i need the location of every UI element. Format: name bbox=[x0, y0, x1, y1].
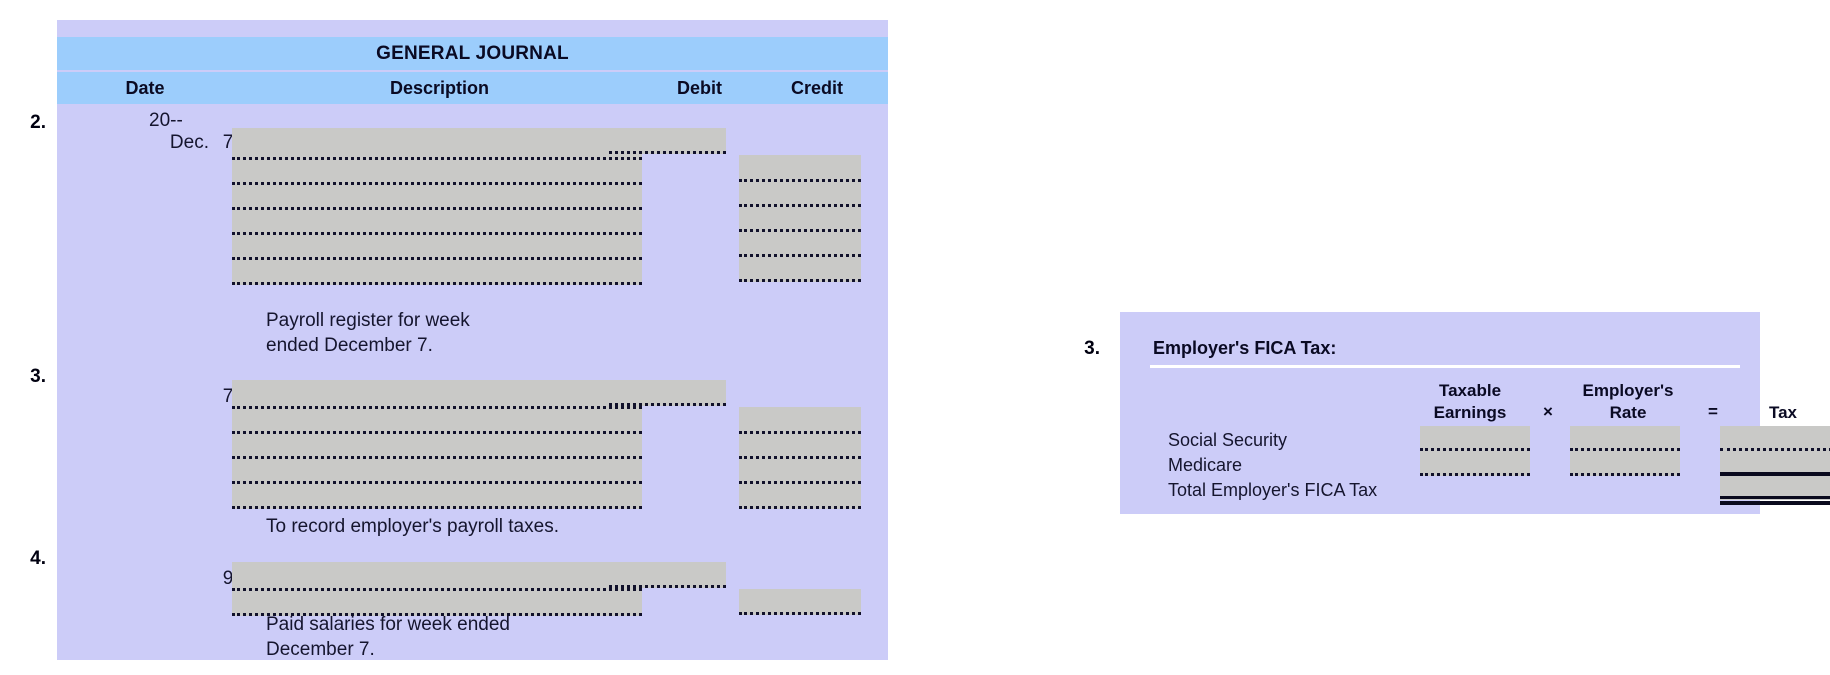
entry-3-memo: To record employer's payroll taxes. bbox=[266, 516, 559, 537]
description-input[interactable] bbox=[232, 434, 642, 459]
employers-fica-tax-panel: Employer's FICA Tax: Taxable Earnings × … bbox=[1120, 312, 1830, 514]
credit-input[interactable] bbox=[739, 207, 861, 232]
fica-title-rule bbox=[1150, 365, 1740, 368]
debit-input[interactable] bbox=[609, 128, 726, 154]
credit-input[interactable] bbox=[739, 232, 861, 257]
entry-2-debit-fields bbox=[609, 128, 726, 154]
entry-3-debit-fields bbox=[609, 380, 726, 406]
description-input[interactable] bbox=[232, 459, 642, 484]
journal-title: GENERAL JOURNAL bbox=[376, 42, 569, 64]
credit-input[interactable] bbox=[739, 182, 861, 207]
entry-number-3: 3. bbox=[30, 366, 46, 387]
description-input[interactable] bbox=[232, 484, 642, 509]
tax-total-double-rule bbox=[1720, 496, 1830, 505]
entry-2-description-fields bbox=[232, 128, 642, 285]
debit-input[interactable] bbox=[609, 380, 726, 406]
general-journal-panel: GENERAL JOURNAL Date Description Debit C… bbox=[57, 20, 888, 660]
credit-input[interactable] bbox=[739, 459, 861, 484]
credit-input[interactable] bbox=[739, 434, 861, 459]
credit-input[interactable] bbox=[739, 484, 861, 509]
entry-3-credit-fields bbox=[739, 407, 861, 509]
description-input[interactable] bbox=[232, 409, 642, 434]
description-input[interactable] bbox=[232, 128, 642, 160]
fica-multiply-symbol: × bbox=[1543, 402, 1553, 421]
tax-input-social-security[interactable] bbox=[1720, 426, 1830, 451]
description-input[interactable] bbox=[232, 235, 642, 260]
entry-number-4: 4. bbox=[30, 548, 46, 569]
fica-row-label-social-security: Social Security bbox=[1168, 430, 1288, 450]
column-header-credit: Credit bbox=[790, 78, 843, 98]
journal-year-label: 20-- bbox=[149, 110, 183, 131]
description-input[interactable] bbox=[232, 210, 642, 235]
journal-column-header-row: Date Description Debit Credit bbox=[57, 72, 888, 104]
fica-row-label-total: Total Employer's FICA Tax bbox=[1168, 480, 1378, 500]
credit-input[interactable] bbox=[739, 155, 861, 182]
description-input[interactable] bbox=[232, 562, 642, 591]
journal-title-band: GENERAL JOURNAL bbox=[57, 37, 888, 70]
fica-section-number: 3. bbox=[1084, 338, 1100, 359]
column-header-date: Date bbox=[125, 78, 165, 98]
entry-4-memo: Paid salaries for week ended December 7. bbox=[266, 614, 510, 660]
entry-4-credit-fields bbox=[739, 589, 861, 615]
entry-3-description-fields bbox=[232, 380, 642, 509]
fica-header-tax: Tax bbox=[1768, 403, 1798, 422]
debit-input[interactable] bbox=[609, 562, 726, 588]
description-input[interactable] bbox=[232, 185, 642, 210]
credit-input[interactable] bbox=[739, 589, 861, 615]
description-input[interactable] bbox=[232, 260, 642, 285]
entry-4-description-fields bbox=[232, 562, 642, 616]
description-input[interactable] bbox=[232, 380, 642, 409]
fica-row-label-medicare: Medicare bbox=[1168, 455, 1243, 475]
employers-rate-input-social-security[interactable] bbox=[1570, 426, 1680, 451]
entry-number-2: 2. bbox=[30, 112, 46, 133]
credit-input[interactable] bbox=[739, 257, 861, 282]
taxable-earnings-input-social-security[interactable] bbox=[1420, 426, 1530, 451]
tax-input-medicare[interactable] bbox=[1720, 451, 1830, 476]
taxable-earnings-input-medicare[interactable] bbox=[1420, 451, 1530, 476]
fica-header-employers-rate: Employer's Rate bbox=[1582, 381, 1674, 422]
fica-equals-symbol: = bbox=[1708, 402, 1718, 421]
entry-4-debit-fields bbox=[609, 562, 726, 588]
entry-2-credit-fields bbox=[739, 155, 861, 282]
entry-2-memo: Payroll register for week ended December… bbox=[266, 310, 470, 356]
credit-input[interactable] bbox=[739, 407, 861, 434]
employers-rate-input-medicare[interactable] bbox=[1570, 451, 1680, 476]
fica-panel-title: Employer's FICA Tax: bbox=[1153, 338, 1337, 358]
entry-2-month: Dec. bbox=[169, 132, 209, 153]
fica-header-taxable-earnings: Taxable Earnings bbox=[1433, 381, 1507, 422]
description-input[interactable] bbox=[232, 160, 642, 185]
column-header-description: Description bbox=[389, 78, 490, 98]
